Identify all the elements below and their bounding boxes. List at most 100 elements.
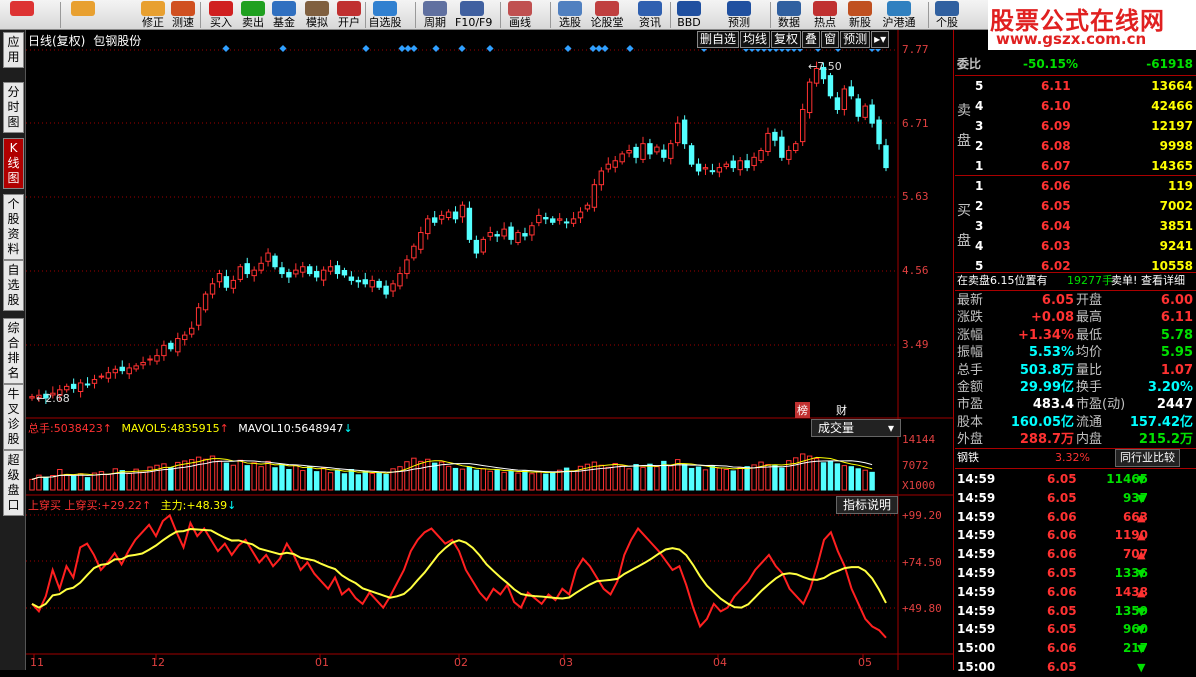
stat-row: 金额 29.99亿 换手 3.20% [957,380,1193,395]
restore-right-button[interactable]: 复权 [771,31,802,48]
expand-arrow-icon[interactable]: ▸▾ [871,31,890,48]
volume-bar [445,465,452,491]
fund-button[interactable]: 基金 [267,0,301,30]
f10-button[interactable]: F10/F9 [455,0,492,30]
period-button[interactable]: 周期 [418,0,452,30]
candle-body [744,160,750,169]
buy-level-row[interactable]: 1 6.06 119 [955,176,1196,196]
simulate-button[interactable]: 模拟 [300,0,334,30]
volume-bar [313,471,320,491]
back-icon[interactable] [66,0,100,30]
candle-body [438,214,445,220]
finance-badge[interactable]: 财 [836,402,847,418]
window-button[interactable]: 窗 [821,31,840,48]
correct-button[interactable]: 修正 [136,0,170,30]
date-tick: 11 [30,656,44,669]
left-tab-6[interactable]: 牛叉诊股 [3,384,24,450]
rise-icon[interactable] [5,0,39,30]
left-tab-2[interactable]: K线图 [3,138,24,189]
indicator-help-button[interactable]: 指标说明 [836,496,899,514]
stock-picker-button[interactable]: 选股 [553,0,587,30]
buy-level-row[interactable]: 2 6.05 7002 [955,196,1196,216]
news-button[interactable]: 资讯 [633,0,667,30]
data-button[interactable]: 数据 [772,0,806,30]
volume-bar [779,467,785,491]
candle-body [584,204,591,210]
buy-button[interactable]: 买入 [204,0,238,30]
volume-bar [244,465,250,491]
rank-badge[interactable]: 榜 [795,402,810,418]
forum-button[interactable]: 论股堂 [590,0,624,30]
candle-body [244,263,250,275]
personal-button[interactable]: 个股 [930,0,964,30]
forecast-button[interactable]: 预测 [722,0,756,30]
volume-bar [50,475,56,491]
candle-body [251,269,257,277]
sell-level-row[interactable]: 4 6.10 42466 [955,96,1196,116]
tick-direction-icon: ▼ [1137,567,1146,580]
sell-icon [241,1,265,16]
volume-bar [751,464,757,491]
candle-body [188,327,195,335]
view-detail-link[interactable]: 查看详细 [1141,272,1185,290]
left-tab-7[interactable]: 超级盘口 [3,450,24,516]
candle-body [70,383,77,389]
volume-bar [695,466,702,491]
candle-body [834,97,841,110]
candle-body [543,217,549,220]
buy-level-row[interactable]: 4 6.03 9241 [955,236,1196,256]
f10-icon [460,1,484,16]
signal-diamond [486,44,494,53]
volume-bar [112,468,119,491]
forecast-chart-button[interactable]: 预测 [840,31,871,48]
volume-bar [64,473,70,491]
buy-level-row[interactable]: 3 6.04 3851 [955,216,1196,236]
watchlist-button[interactable]: 自选股 [368,0,402,30]
bbd-button[interactable]: BBD [672,0,706,30]
left-tab-3[interactable]: 个股资料 [3,194,24,260]
volume-bar [640,466,646,491]
candle-body [195,307,202,326]
candle-body [772,131,778,141]
candle-body [265,252,271,262]
candle-body [675,122,681,144]
volume-bar [501,471,507,491]
ma-button[interactable]: 均线 [740,31,771,48]
left-tab-0[interactable]: 应用 [3,32,24,68]
volume-bar [272,467,278,491]
sell-level-row[interactable]: 1 6.07 14365 [955,156,1196,176]
signal-diamond [362,44,370,53]
volume-indicator-select[interactable]: 成交量 ▾ [811,419,901,437]
hk-connect-button[interactable]: 沪港通 [876,0,922,30]
left-tab-5[interactable]: 综合排名 [3,318,24,384]
volume-bar [404,461,410,491]
candle-body [855,98,861,117]
new-stock-button[interactable]: 新股 [843,0,877,30]
peer-compare-button[interactable]: 同行业比较 [1115,449,1180,467]
draw-button[interactable]: 画线 [503,0,537,30]
open-account-button[interactable]: 开户 [332,0,366,30]
delete-watchlist-button[interactable]: 删自选 [697,31,740,48]
volume-bar [834,463,841,491]
toolbar-label: 数据 [778,16,800,29]
candle-body [230,279,237,289]
kline-chart-area: 日线(复权) 包钢股份 删自选 均线 复权叠窗预测 ▸▾ 7.77 6.71 5.63… [26,30,954,670]
hot-button[interactable]: 热点 [808,0,842,30]
speed-test-button[interactable]: 测速 [166,0,200,30]
volume-bar [820,462,827,491]
volume-bar [431,462,438,491]
left-tab-1[interactable]: 分时图 [3,82,24,133]
volume-bar [126,472,132,491]
left-tab-4[interactable]: 自选股 [3,260,24,311]
volume-bar [105,473,112,491]
hot-icon [813,1,837,16]
candle-body [563,221,570,224]
overlay-button[interactable]: 叠 [802,31,821,48]
candle-body [293,269,299,275]
sell-level-row[interactable]: 5 6.11 13664 [955,76,1196,96]
sell-button[interactable]: 卖出 [236,0,270,30]
sell-level-row[interactable]: 2 6.08 9998 [955,136,1196,156]
data-icon [777,1,801,16]
sell-level-row[interactable]: 3 6.09 12197 [955,116,1196,136]
candle-body [119,366,125,372]
